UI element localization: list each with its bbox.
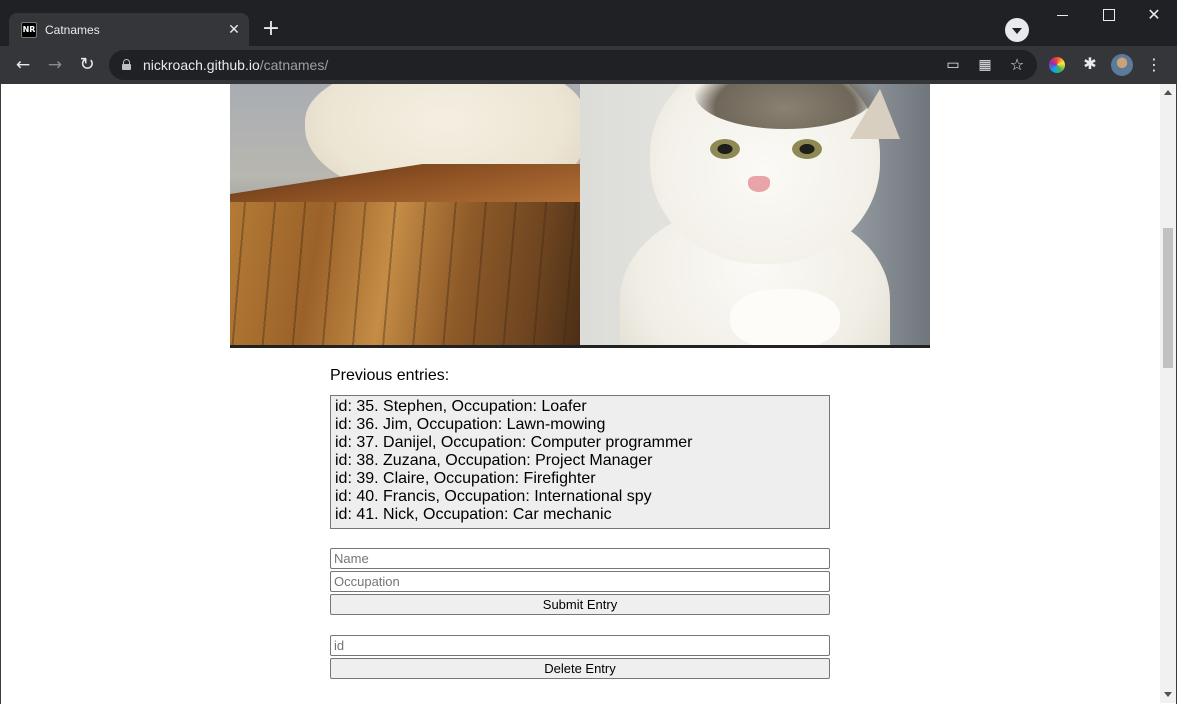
- entry-item: id: 38. Zuzana, Occupation: Project Mana…: [335, 452, 653, 469]
- new-tab-button[interactable]: +: [257, 16, 285, 44]
- cat-image-left-panel: [230, 84, 585, 345]
- entry-item: id: 40. Francis, Occupation: Internation…: [335, 488, 652, 505]
- id-input[interactable]: [330, 635, 830, 656]
- reload-button[interactable]: ↻: [75, 53, 99, 77]
- entry-item: id: 39. Claire, Occupation: Firefighter: [335, 470, 596, 487]
- scrollbar-thumb[interactable]: [1163, 228, 1173, 368]
- back-button[interactable]: ←: [11, 53, 35, 77]
- url-path: /catnames/: [259, 57, 329, 73]
- submit-entry-button[interactable]: Submit Entry: [330, 594, 830, 615]
- lock-icon[interactable]: [122, 59, 131, 70]
- entry-item: id: 41. Nick, Occupation: Car mechanic: [335, 506, 612, 523]
- cat-meme-image: [230, 84, 930, 348]
- qr-code-icon[interactable]: ▦: [976, 57, 994, 73]
- favicon-icon: NR: [21, 22, 37, 38]
- maximize-button[interactable]: [1086, 0, 1132, 30]
- occupation-input[interactable]: [330, 571, 830, 592]
- delete-entry-button[interactable]: Delete Entry: [330, 658, 830, 679]
- scroll-up-arrow-icon[interactable]: [1164, 90, 1172, 95]
- scroll-down-arrow-icon[interactable]: [1164, 692, 1172, 697]
- url-host: nickroach.github.io: [143, 57, 260, 73]
- url-text[interactable]: nickroach.github.io/catnames/: [143, 57, 328, 73]
- minimize-button[interactable]: [1040, 0, 1086, 30]
- browser-toolbar: ← → ↻ nickroach.github.io/catnames/ ▭ ▦ …: [0, 46, 1177, 84]
- tab-title: Catnames: [45, 23, 100, 37]
- tab-catnames[interactable]: NR Catnames ✕: [9, 13, 249, 46]
- name-input[interactable]: [330, 548, 830, 569]
- entries-list[interactable]: id: 35. Stephen, Occupation: Loafer id: …: [330, 395, 830, 529]
- cast-icon[interactable]: ▭: [944, 57, 962, 73]
- close-window-button[interactable]: ✕: [1131, 0, 1177, 30]
- forward-button[interactable]: →: [43, 53, 67, 77]
- address-bar[interactable]: nickroach.github.io/catnames/ ▭ ▦ ☆: [109, 50, 1037, 80]
- color-wheel-extension-icon[interactable]: [1049, 57, 1065, 73]
- profile-avatar[interactable]: [1111, 54, 1133, 76]
- page-viewport: Previous entries: id: 35. Stephen, Occup…: [1, 84, 1160, 703]
- bookmark-star-icon[interactable]: ☆: [1008, 57, 1026, 73]
- previous-entries-label: Previous entries:: [330, 367, 450, 384]
- entry-item: id: 37. Danijel, Occupation: Computer pr…: [335, 434, 693, 451]
- catnames-app: Previous entries: id: 35. Stephen, Occup…: [330, 366, 830, 679]
- entry-item: id: 36. Jim, Occupation: Lawn-mowing: [335, 416, 606, 433]
- extensions-puzzle-icon[interactable]: ✱: [1080, 54, 1100, 74]
- tab-strip: NR Catnames ✕ + ✕: [0, 0, 1177, 46]
- tab-search-icon[interactable]: [1005, 18, 1029, 42]
- more-menu-icon[interactable]: ⋮: [1144, 54, 1164, 76]
- cat-image-right-panel: [580, 84, 930, 345]
- tab-close-icon[interactable]: ✕: [225, 20, 243, 38]
- entry-item: id: 35. Stephen, Occupation: Loafer: [335, 398, 587, 415]
- vertical-scrollbar[interactable]: [1160, 84, 1176, 703]
